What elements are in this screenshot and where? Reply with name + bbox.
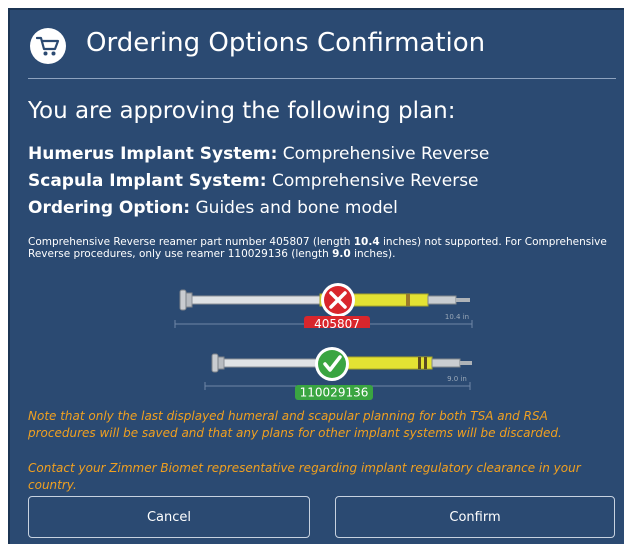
note-bad-length: 10.4 <box>353 236 380 248</box>
note-text-3: inches). <box>350 248 396 260</box>
x-circle-icon <box>321 283 355 317</box>
reamer-405807-length: 10.4 in <box>445 313 469 321</box>
humerus-system-value: Comprehensive Reverse <box>282 144 490 164</box>
ordering-option-label: Ordering Option: <box>28 198 191 218</box>
humerus-system-label: Humerus Implant System: <box>28 144 278 164</box>
header-divider <box>28 78 616 79</box>
ordering-option-line: Ordering Option: Guides and bone model <box>28 198 398 218</box>
ordering-option-value: Guides and bone model <box>195 198 398 218</box>
check-circle-icon <box>315 347 349 381</box>
note-text-1: Comprehensive Reverse reamer part number… <box>28 236 354 248</box>
planning-warning: Note that only the last displayed humera… <box>28 409 562 440</box>
reamer-110029136-length: 9.0 in <box>447 375 467 383</box>
scapula-system-value: Comprehensive Reverse <box>271 171 479 191</box>
reamer-note: Comprehensive Reverse reamer part number… <box>28 236 608 260</box>
plan-subtitle: You are approving the following plan: <box>28 98 456 124</box>
reamer-405807-image: 405807 10.4 in <box>174 283 473 328</box>
reamer-405807-part-number: 405807 <box>314 317 360 328</box>
humerus-system-line: Humerus Implant System: Comprehensive Re… <box>28 144 489 164</box>
confirm-button[interactable]: Confirm <box>335 496 615 538</box>
scapula-system-line: Scapula Implant System: Comprehensive Re… <box>28 171 479 191</box>
reamer-110029136-part-number: 110029136 <box>300 386 369 400</box>
reamer-110029136-image: 110029136 9.0 in <box>204 347 472 400</box>
dialog-header: Ordering Options Confirmation <box>30 24 616 72</box>
regulatory-warning: Contact your Zimmer Biomet representativ… <box>28 461 581 492</box>
ordering-options-dialog: Ordering Options Confirmation You are ap… <box>8 8 624 544</box>
cart-icon <box>30 28 66 64</box>
dialog-title: Ordering Options Confirmation <box>86 28 486 58</box>
scapula-system-label: Scapula Implant System: <box>28 171 267 191</box>
note-good-length: 9.0 <box>332 248 351 260</box>
cancel-button[interactable]: Cancel <box>28 496 310 538</box>
